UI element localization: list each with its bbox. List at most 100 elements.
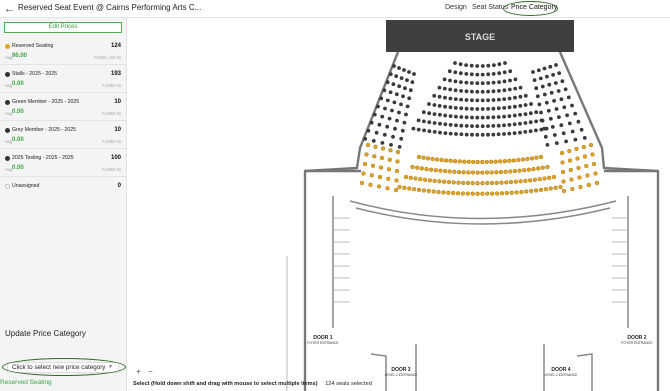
seat[interactable] [480,64,485,68]
seat[interactable] [548,116,553,121]
seat[interactable] [459,132,464,137]
seat[interactable] [475,132,480,137]
seat[interactable] [421,155,426,160]
seat[interactable] [525,156,530,162]
seat[interactable] [453,61,457,65]
seat[interactable] [577,175,582,180]
seat[interactable] [397,84,402,89]
seat[interactable] [387,157,392,162]
seat[interactable] [455,191,461,196]
seat[interactable] [464,106,469,111]
seat[interactable] [590,152,595,157]
seat[interactable] [547,175,552,180]
seat[interactable] [534,155,539,160]
seat[interactable] [554,107,559,111]
seat[interactable] [432,93,437,98]
seat[interactable] [459,123,464,128]
seat[interactable] [548,186,553,191]
seat[interactable] [573,137,578,142]
seat[interactable] [460,191,465,196]
seat[interactable] [433,168,438,173]
seat[interactable] [435,157,440,162]
seat[interactable] [397,66,401,70]
seat[interactable] [561,188,567,194]
seat[interactable] [550,125,555,129]
seats-group[interactable] [359,61,600,196]
seat[interactable] [388,90,393,95]
seat[interactable] [370,163,376,168]
seat[interactable] [392,64,396,68]
seat[interactable] [576,119,581,124]
seat[interactable] [480,72,485,77]
seat[interactable] [459,80,463,84]
seat[interactable] [518,112,522,117]
seat[interactable] [395,159,400,164]
seat[interactable] [486,107,490,111]
seat[interactable] [470,191,475,196]
seat[interactable] [394,74,399,78]
seat[interactable] [539,118,544,123]
seat[interactable] [512,169,517,174]
seat[interactable] [372,154,377,159]
seat[interactable] [448,105,453,110]
seat[interactable] [534,119,538,124]
seat[interactable] [451,180,456,185]
seat[interactable] [446,190,451,195]
seat[interactable] [459,115,464,119]
seat[interactable] [387,116,392,121]
seat[interactable] [560,160,565,165]
seat[interactable] [397,184,402,190]
seat[interactable] [513,77,518,82]
seat[interactable] [486,124,490,128]
seat[interactable] [486,89,490,94]
seat[interactable] [532,78,537,82]
seat[interactable] [538,187,544,192]
seat[interactable] [480,132,485,137]
seat[interactable] [466,180,471,186]
seat[interactable] [475,191,480,196]
seat[interactable] [427,129,432,134]
seat[interactable] [547,82,552,87]
seat[interactable] [484,159,489,164]
seat[interactable] [373,144,378,149]
seat[interactable] [454,132,458,136]
seat[interactable] [469,81,474,85]
seat[interactable] [512,122,517,127]
seat[interactable] [497,97,501,102]
seat[interactable] [429,167,434,172]
seat[interactable] [416,154,422,160]
seat[interactable] [459,97,463,102]
seat[interactable] [484,170,490,175]
seat[interactable] [442,86,447,91]
seat[interactable] [534,86,539,91]
seat[interactable] [377,174,383,180]
seat[interactable] [491,115,496,120]
seat[interactable] [380,146,386,151]
seat[interactable] [379,155,385,161]
seat[interactable] [464,115,469,120]
seat[interactable] [405,78,409,82]
seat[interactable] [518,94,523,99]
seat[interactable] [394,92,399,97]
seat[interactable] [554,63,558,67]
seat[interactable] [446,180,452,185]
seat[interactable] [518,104,523,108]
seat[interactable] [376,104,380,109]
edit-prices-button[interactable]: Edit Prices [4,22,122,33]
seat[interactable] [416,187,422,192]
seat[interactable] [447,169,452,174]
seat[interactable] [496,123,501,128]
seat[interactable] [559,97,564,102]
seat[interactable] [585,173,590,178]
seat[interactable] [564,139,568,144]
seat[interactable] [489,170,494,175]
seat[interactable] [570,129,575,134]
seat[interactable] [573,111,578,116]
seat[interactable] [495,191,500,196]
seat[interactable] [421,188,426,193]
seat[interactable] [582,136,587,140]
seat[interactable] [407,70,411,74]
seat[interactable] [422,119,426,124]
seat[interactable] [504,190,509,196]
seat[interactable] [486,63,491,68]
